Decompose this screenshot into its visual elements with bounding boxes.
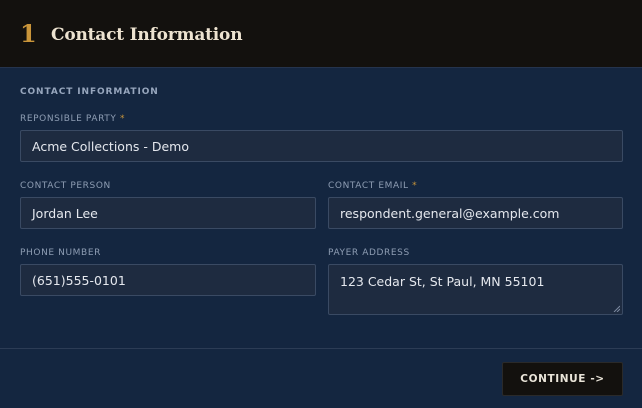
contact-person-label-text: CONTACT PERSON — [20, 181, 111, 191]
footer-divider — [0, 348, 642, 349]
contact-email-label: CONTACT EMAIL * — [328, 181, 417, 191]
payer-address-label: PAYER ADDRESS — [328, 248, 410, 258]
payer-address-value: 123 Cedar St, St Paul, MN 55101 — [340, 274, 545, 289]
payer-address-textarea[interactable]: 123 Cedar St, St Paul, MN 55101 — [328, 264, 623, 315]
continue-button-label: CONTINUE -> — [520, 373, 605, 385]
required-marker: * — [119, 114, 126, 124]
phone-number-label: PHONE NUMBER — [20, 248, 101, 258]
contact-email-label-text: CONTACT EMAIL — [328, 181, 409, 191]
phone-number-label-text: PHONE NUMBER — [20, 248, 101, 258]
resize-grip-icon[interactable] — [613, 305, 620, 312]
contact-person-value: Jordan Lee — [32, 205, 98, 221]
required-marker: * — [412, 181, 418, 191]
payer-address-label-text: PAYER ADDRESS — [328, 248, 410, 258]
step-header: 1 Contact Information — [0, 0, 642, 67]
responsible-party-input[interactable]: Acme Collections - Demo — [20, 130, 623, 162]
contact-email-input[interactable]: respondent.general@example.com — [328, 197, 623, 229]
contact-person-label: CONTACT PERSON — [20, 181, 111, 191]
phone-number-input[interactable]: (651)555-0101 — [20, 264, 316, 296]
contact-information-page: 1 Contact Information CONTACT INFORMATIO… — [0, 0, 642, 408]
responsible-party-label: REPONSIBLE PARTY * — [20, 114, 125, 124]
responsible-party-label-text: REPONSIBLE PARTY — [20, 114, 117, 124]
responsible-party-value: Acme Collections - Demo — [32, 138, 189, 154]
header-divider — [0, 67, 642, 68]
contact-email-value: respondent.general@example.com — [340, 205, 560, 221]
section-label: CONTACT INFORMATION — [20, 87, 159, 97]
phone-number-value: (651)555-0101 — [32, 272, 126, 288]
contact-person-input[interactable]: Jordan Lee — [20, 197, 316, 229]
step-number: 1 — [20, 19, 37, 48]
continue-button[interactable]: CONTINUE -> — [502, 362, 623, 396]
page-title: Contact Information — [51, 25, 243, 45]
